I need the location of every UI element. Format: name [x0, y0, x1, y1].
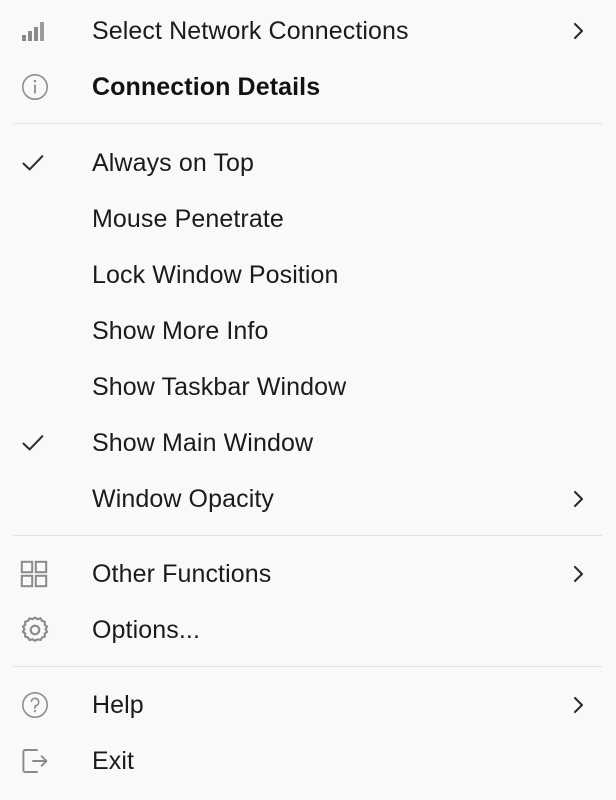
menu-item-check-slot [0, 135, 92, 191]
menu-separator-2-wrapper [0, 527, 616, 544]
menu-item-mouse-penetrate[interactable]: Mouse Penetrate [0, 191, 616, 247]
menu-item-label: Connection Details [92, 72, 321, 101]
menu-section-functions: Other Functions Options... [0, 544, 616, 658]
menu-item-always-on-top[interactable]: Always on Top [0, 135, 616, 191]
menu-item-other-functions[interactable]: Other Functions [0, 546, 616, 602]
menu-item-icon-slot [0, 59, 92, 115]
menu-item-check-slot [0, 191, 92, 247]
menu-item-icon-slot [0, 3, 92, 59]
menu-item-label: Show More Info [92, 316, 269, 345]
menu-separator [13, 123, 602, 124]
menu-item-label: Help [92, 690, 144, 719]
menu-item-check-slot [0, 359, 92, 415]
menu-item-check-slot [0, 247, 92, 303]
help-circle-icon [20, 690, 50, 720]
menu-separator-3-wrapper [0, 658, 616, 675]
menu-item-window-opacity[interactable]: Window Opacity [0, 471, 616, 527]
menu-item-lock-window-position[interactable]: Lock Window Position [0, 247, 616, 303]
menu-item-icon-slot [0, 733, 92, 789]
menu-section-help-exit: Help Exit [0, 675, 616, 789]
menu-item-exit[interactable]: Exit [0, 733, 616, 789]
menu-item-label: Lock Window Position [92, 260, 339, 289]
signal-bars-icon [20, 18, 46, 44]
menu-item-check-slot [0, 471, 92, 527]
menu-item-label: Mouse Penetrate [92, 204, 284, 233]
menu-item-label: Exit [92, 746, 135, 775]
sign-out-icon [20, 746, 50, 776]
menu-section-connection: Select Network Connections Connection De… [0, 0, 616, 115]
check-icon [20, 430, 46, 456]
chevron-right-icon[interactable] [560, 487, 616, 511]
menu-item-check-slot [0, 415, 92, 471]
chevron-right-icon[interactable] [560, 562, 616, 586]
menu-item-icon-slot [0, 677, 92, 733]
menu-item-help[interactable]: Help [0, 677, 616, 733]
menu-item-options[interactable]: Options... [0, 602, 616, 658]
menu-item-icon-slot [0, 546, 92, 602]
menu-item-check-slot [0, 303, 92, 359]
menu-item-show-more-info[interactable]: Show More Info [0, 303, 616, 359]
menu-item-select-network-connections[interactable]: Select Network Connections [0, 3, 616, 59]
menu-item-label: Show Taskbar Window [92, 372, 347, 401]
menu-separator [13, 666, 602, 667]
menu-item-label: Always on Top [92, 148, 255, 177]
menu-item-label: Show Main Window [92, 428, 314, 457]
menu-item-show-main-window[interactable]: Show Main Window [0, 415, 616, 471]
menu-section-window-options: Always on Top Mouse Penetrate Lock Windo… [0, 132, 616, 527]
menu-item-connection-details[interactable]: Connection Details [0, 59, 616, 115]
menu-item-label: Options... [92, 615, 200, 644]
chevron-right-icon[interactable] [560, 693, 616, 717]
info-circle-icon [20, 72, 50, 102]
menu-separator [13, 535, 602, 536]
menu-separator-1-wrapper [0, 115, 616, 132]
menu-item-label: Select Network Connections [92, 16, 409, 45]
menu-item-label: Window Opacity [92, 484, 275, 513]
context-menu: Select Network Connections Connection De… [0, 0, 616, 800]
menu-item-icon-slot [0, 602, 92, 658]
check-icon [20, 150, 46, 176]
menu-item-label: Other Functions [92, 559, 272, 588]
gear-icon [20, 615, 50, 645]
menu-item-show-taskbar-window[interactable]: Show Taskbar Window [0, 359, 616, 415]
grid-squares-icon [20, 560, 48, 588]
chevron-right-icon[interactable] [560, 19, 616, 43]
